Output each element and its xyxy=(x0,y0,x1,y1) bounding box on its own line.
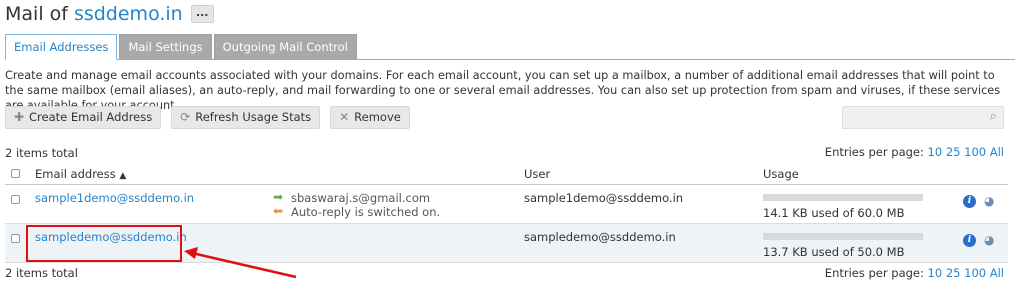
usage-text: 14.1 KB used of 60.0 MB xyxy=(763,206,905,220)
search-icon[interactable]: ⌕ xyxy=(990,109,997,124)
table-row: sample1demo@ssddemo.in ➡ sbaswaraj.s@gma… xyxy=(5,185,1008,224)
webmail-icon[interactable]: ◕ xyxy=(984,195,997,208)
forward-icon: ➡ xyxy=(273,190,284,204)
per-page-all[interactable]: All xyxy=(990,266,1004,280)
remove-icon: ✕ xyxy=(339,110,350,124)
email-address-link[interactable]: sample1demo@ssddemo.in xyxy=(35,191,194,205)
page-title-prefix: Mail of xyxy=(5,3,68,25)
row-checkbox[interactable] xyxy=(11,234,20,243)
tab-email-addresses[interactable]: Email Addresses xyxy=(5,34,118,60)
refresh-usage-stats-button[interactable]: ⟳ Refresh Usage Stats xyxy=(171,106,321,129)
plus-icon: ✚ xyxy=(13,110,25,124)
toolbar: ✚ Create Email Address ⟳ Refresh Usage S… xyxy=(5,106,420,129)
page-title-domain[interactable]: ssddemo.in xyxy=(74,3,183,25)
table-header: Email address ▲ User Usage xyxy=(5,162,1008,185)
sort-asc-icon: ▲ xyxy=(119,171,127,181)
per-page-100[interactable]: 100 xyxy=(964,266,986,280)
usage-bar xyxy=(763,233,923,240)
per-page-25[interactable]: 25 xyxy=(946,266,961,280)
autoreply-status: Auto-reply is switched on. xyxy=(291,205,441,219)
column-email-address[interactable]: Email address ▲ xyxy=(35,167,126,181)
row-checkbox[interactable] xyxy=(11,195,20,204)
entries-per-page-bottom: Entries per page: 10 25 100 All xyxy=(825,266,1004,280)
user-name: sampledemo@ssddemo.in xyxy=(524,230,676,244)
remove-button[interactable]: ✕ Remove xyxy=(330,106,410,129)
forward-address: sbaswaraj.s@gmail.com xyxy=(291,191,431,205)
remove-label: Remove xyxy=(354,110,401,124)
column-user[interactable]: User xyxy=(524,167,550,181)
user-name: sample1demo@ssddemo.in xyxy=(524,191,684,205)
usage-bar xyxy=(763,194,923,201)
annotation-arrow xyxy=(184,247,297,279)
entries-per-page-top: Entries per page: 10 25 100 All xyxy=(825,145,1004,159)
tab-mail-settings[interactable]: Mail Settings xyxy=(119,34,212,60)
more-button[interactable]: ... xyxy=(190,5,214,23)
select-all-checkbox[interactable] xyxy=(11,169,20,178)
usage-text: 13.7 KB used of 50.0 MB xyxy=(763,245,905,259)
autoreply-icon: ⬅ xyxy=(273,204,284,218)
tab-bar: Email Addresses Mail Settings Outgoing M… xyxy=(5,34,359,60)
tab-divider xyxy=(5,59,1015,60)
refresh-usage-stats-label: Refresh Usage Stats xyxy=(195,110,312,124)
create-email-address-label: Create Email Address xyxy=(29,110,153,124)
per-page-all[interactable]: All xyxy=(990,145,1004,159)
page-title: Mail of ssddemo.in ... xyxy=(5,1,214,27)
entries-per-page-label: Entries per page: xyxy=(824,145,924,159)
info-icon[interactable]: i xyxy=(963,234,976,247)
per-page-25[interactable]: 25 xyxy=(946,145,961,159)
webmail-icon[interactable]: ◕ xyxy=(984,234,997,247)
refresh-icon: ⟳ xyxy=(180,110,191,124)
per-page-10[interactable]: 10 xyxy=(928,266,943,280)
create-email-address-button[interactable]: ✚ Create Email Address xyxy=(5,106,162,129)
search-input[interactable]: ⌕ xyxy=(842,106,1004,129)
per-page-100[interactable]: 100 xyxy=(964,145,986,159)
info-icon[interactable]: i xyxy=(963,195,976,208)
per-page-10[interactable]: 10 xyxy=(928,145,943,159)
entries-per-page-label: Entries per page: xyxy=(824,266,924,280)
highlight-box xyxy=(26,225,182,262)
tab-outgoing-mail-control[interactable]: Outgoing Mail Control xyxy=(213,34,357,60)
items-total-top: 2 items total xyxy=(5,146,78,160)
column-email-label: Email address xyxy=(35,167,116,181)
column-usage[interactable]: Usage xyxy=(763,167,799,181)
items-total-bottom: 2 items total xyxy=(5,266,78,280)
